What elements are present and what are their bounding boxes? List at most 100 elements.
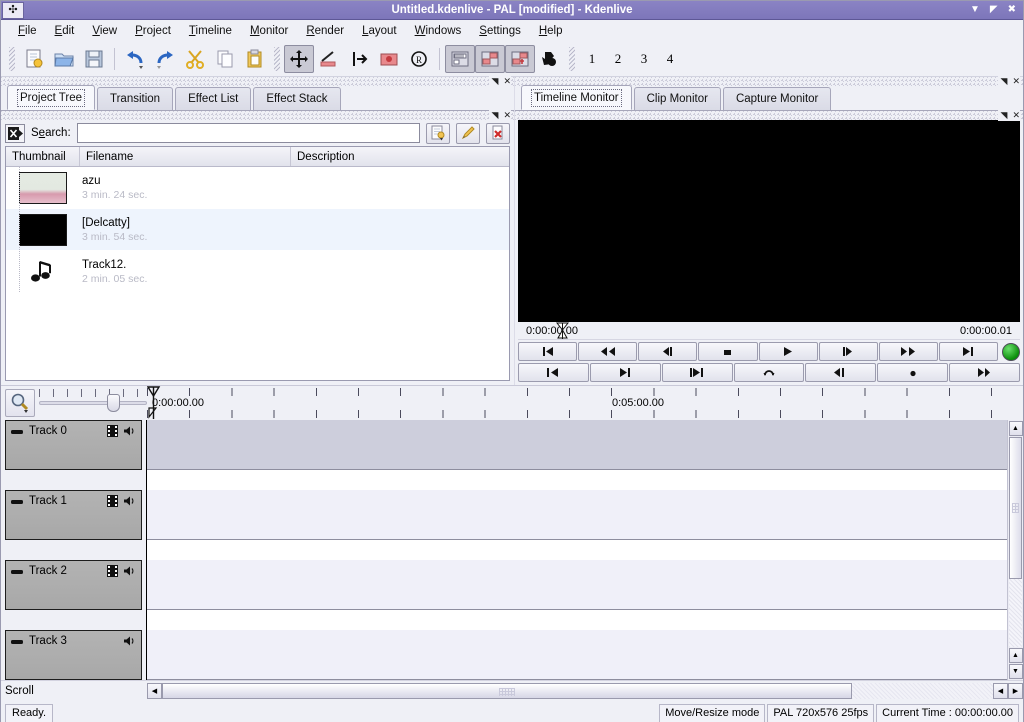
undo-button[interactable] [120,45,150,73]
cut-button[interactable] [180,45,210,73]
copy-button[interactable] [210,45,240,73]
hscroll-left-icon[interactable]: ◀ [147,683,162,699]
snap-button[interactable] [475,45,505,73]
project-tree[interactable]: Thumbnail Filename Description azu 3 min… [5,146,510,381]
track-lane-1[interactable] [147,490,1007,540]
tab-transition[interactable]: Transition [97,87,173,110]
set-zone-end-button[interactable] [590,363,661,382]
zoom-slider-handle[interactable] [107,394,120,412]
menu-file[interactable]: FFileile [9,23,46,39]
horizontal-scroll-thumb[interactable] [162,683,852,699]
menu-timeline[interactable]: Timeline [180,23,241,39]
monitor-playhead[interactable] [556,322,569,340]
project-tree-handle[interactable]: ◥ ✕ [1,111,514,120]
speaker-icon[interactable] [123,565,136,577]
track-header-2[interactable]: Track 2 [5,560,142,610]
table-row[interactable]: [Delcatty] 3 min. 54 sec. [6,209,509,251]
speaker-icon[interactable] [123,425,136,437]
vertical-scroll-thumb[interactable] [1009,437,1022,579]
monitor-view-handle[interactable]: ◥ ✕ [515,111,1023,120]
menu-help[interactable]: Help [530,23,572,39]
speaker-icon[interactable] [123,495,136,507]
window-menu-button[interactable]: ▼ [970,5,980,15]
search-input[interactable] [77,123,420,143]
hscroll-left-small-icon[interactable]: ◀ [993,683,1008,699]
window-close-button[interactable]: ✖ [1008,5,1016,15]
tab-project-tree[interactable]: Project Tree [7,85,95,110]
open-project-button[interactable] [49,45,79,73]
video-track-icon[interactable] [107,565,118,577]
add-clip-button[interactable] [426,123,450,144]
scroll-down-icon[interactable]: ▼ [1009,664,1023,679]
delete-clip-button[interactable] [486,123,510,144]
table-row[interactable]: azu 3 min. 24 sec. [6,167,509,209]
tab-effect-stack[interactable]: Effect Stack [253,87,340,110]
menu-project[interactable]: Project [126,23,180,39]
menu-render[interactable]: Render [297,23,353,39]
timeline-playhead[interactable] [147,386,161,420]
status-edit-mode[interactable]: Move/Resize mode [659,704,765,722]
column-header-filename[interactable]: Filename [80,147,291,166]
monitor-dock-float-icon[interactable]: ◥ [1001,76,1008,87]
edit-clip-button[interactable] [456,123,480,144]
previous-marker-button[interactable] [805,363,876,382]
zone-marker-button[interactable] [662,363,733,382]
column-header-description[interactable]: Description [291,147,509,166]
video-track-icon[interactable] [107,495,118,507]
timeline-ruler[interactable]: 0:00:00.00 0:05:00.00 [147,386,1007,420]
menu-settings[interactable]: Settings [470,23,530,39]
next-marker-button[interactable] [949,363,1020,382]
tab-clip-monitor[interactable]: Clip Monitor [634,87,721,110]
collapse-icon[interactable] [11,496,23,508]
collapse-icon[interactable] [11,566,23,578]
track-lane-2[interactable] [147,560,1007,610]
rewind-button[interactable] [578,342,637,361]
set-zone-start-button[interactable] [518,363,589,382]
column-header-thumbnail[interactable]: Thumbnail [6,147,80,166]
toolbar-number-2[interactable]: 2 [605,51,631,67]
toolbar-number-4[interactable]: 4 [657,51,683,67]
toolbar-number-3[interactable]: 3 [631,51,657,67]
collapse-icon[interactable] [11,636,23,648]
loop-zone-button[interactable] [734,363,805,382]
monitor-dock-close-icon[interactable]: ✕ [1012,76,1020,87]
scroll-up-icon[interactable]: ▲ [1009,421,1023,436]
revert-button[interactable] [535,45,565,73]
toolbar-number-1[interactable]: 1 [579,51,605,67]
table-row[interactable]: Track12. 2 min. 05 sec. [6,251,509,293]
track-header-1[interactable]: Track 1 [5,490,142,540]
paste-button[interactable] [240,45,270,73]
hscroll-right-icon[interactable]: ▶ [1008,683,1023,699]
add-marker-button[interactable] [877,363,948,382]
go-start-button[interactable] [518,342,577,361]
horizontal-scroll-track[interactable] [852,683,993,699]
monitor-screen[interactable] [518,120,1020,322]
markers-button[interactable] [505,45,535,73]
frame-forward-button[interactable] [819,342,878,361]
tab-effect-list[interactable]: Effect List [175,87,251,110]
track-header-3[interactable]: Track 3 [5,630,142,680]
monitor-view-close-icon[interactable]: ✕ [1012,110,1020,121]
project-tree-float-icon[interactable]: ◥ [492,110,499,121]
track-lane-0[interactable] [147,420,1007,470]
window-restore-button[interactable]: ◤ [990,5,998,15]
status-profile[interactable]: PAL 720x576 25fps [767,704,874,722]
menu-view[interactable]: View [83,23,126,39]
toolbar-grip[interactable] [9,47,15,71]
menu-monitor[interactable]: Monitor [241,23,297,39]
render-button[interactable]: R [404,45,434,73]
toolbar-grip-2[interactable] [274,47,280,71]
window-pin-button[interactable]: ✣ [2,2,24,19]
spacer-tool-button[interactable] [344,45,374,73]
monitor-view-float-icon[interactable]: ◥ [1001,110,1008,121]
record-monitor-button[interactable] [374,45,404,73]
tab-timeline-monitor[interactable]: Timeline Monitor [521,85,632,110]
project-dock-close-icon[interactable]: ✕ [503,76,511,87]
save-project-button[interactable] [79,45,109,73]
redo-button[interactable] [150,45,180,73]
move-tool-button[interactable] [284,45,314,73]
frame-back-button[interactable] [638,342,697,361]
monitor-seek-bar[interactable]: 0:00:00.00 0:00:00.01 [518,322,1020,340]
toolbar-grip-3[interactable] [569,47,575,71]
menu-layout[interactable]: Layout [353,23,406,39]
